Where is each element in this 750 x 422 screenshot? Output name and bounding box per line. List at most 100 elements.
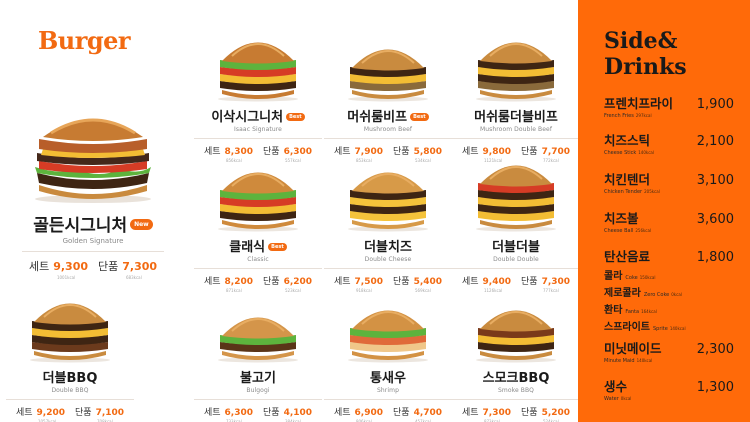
featured-name: 골든시그니처 New xyxy=(18,211,168,236)
side-item-line: 치킨텐더 3,100 xyxy=(604,169,734,188)
menu-item[interactable]: 머쉬룸비프 Best Mushroom Beef 세트 7,900 853kcal … xyxy=(318,22,458,163)
item-name-en: Smoke BBQ xyxy=(497,387,535,394)
menu-item[interactable]: 이삭시그니처 Best Isaac Signature 세트 8,300 856kc… xyxy=(188,22,328,163)
burger-image xyxy=(188,283,328,363)
divider xyxy=(452,399,580,400)
item-name-text: 불고기 xyxy=(240,371,276,386)
single-price: 4,700 xyxy=(413,408,443,418)
divider xyxy=(194,399,322,400)
side-item-name-en: Water 0kcal xyxy=(604,396,734,402)
set-price-block: 세트 6,900 806kcal xyxy=(334,405,383,422)
featured-item[interactable]: 골든시그니처 New Golden Signature 세트 9,300 1001k… xyxy=(18,95,168,280)
set-price-block: 세트 9,200 1057kcal xyxy=(16,405,65,422)
featured-name-text: 골든시그니처 xyxy=(33,216,128,236)
set-cal: 1001kcal xyxy=(56,275,76,280)
side-item-name-en: French Fries 297kcal xyxy=(604,113,734,119)
menu-item[interactable]: 더블더블 Double Double 세트 9,400 1126kcal 단품 7,… xyxy=(446,152,586,293)
side-item-price: 2,100 xyxy=(696,134,734,149)
side-item[interactable]: 치즈볼 3,600 Cheese Ball 256kcal xyxy=(604,208,734,234)
best-badge: Best xyxy=(268,243,287,251)
drink-option-en: Fanta xyxy=(625,309,640,315)
item-name: 클래식 Best xyxy=(188,236,328,255)
item-name: 통새우 xyxy=(318,367,458,386)
side-item-line: 탄산음료 1,800 xyxy=(604,246,734,265)
side-item-price: 1,900 xyxy=(696,97,734,112)
drink-option-en: Coke xyxy=(625,275,638,281)
menu-item[interactable]: 스모크BBQ Smoke BBQ 세트 7,300 873kcal 단품 5,200… xyxy=(446,283,586,422)
single-label: 단품 xyxy=(521,408,538,418)
side-item[interactable]: 생수 1,300 Water 0kcal xyxy=(604,376,734,402)
side-item-cal: 0kcal xyxy=(620,396,632,401)
set-label: 세트 xyxy=(333,408,351,418)
item-name: 더블치즈 xyxy=(318,236,458,255)
burger-image xyxy=(188,22,328,102)
burger-image xyxy=(0,283,140,363)
item-name-en: Shrimp xyxy=(377,387,399,394)
set-price: 9,300 xyxy=(53,260,88,273)
side-item-name: 탄산음료 xyxy=(604,249,651,264)
side-item-price: 2,300 xyxy=(696,342,734,357)
item-prices: 세트 6,300 733kcal 단품 4,100 384kcal xyxy=(188,405,328,422)
side-item[interactable]: 치킨텐더 3,100 Chicken Tender 205kcal xyxy=(604,169,734,195)
set-price: 7,300 xyxy=(482,408,511,418)
side-item-line: 생수 1,300 xyxy=(604,376,734,395)
side-item-name: 치킨텐더 xyxy=(604,172,651,187)
side-item-line: 미닛메이드 2,300 xyxy=(604,338,734,357)
set-price: 6,300 xyxy=(224,408,253,418)
item-name-en: Mushroom Beef xyxy=(363,126,413,133)
drink-option: 제로콜라 Zero Coke 0kcal xyxy=(604,284,734,299)
side-drinks-panel: Side& Drinks 프렌치프라이 1,900 French Fries 29… xyxy=(578,0,750,422)
set-price: 6,900 xyxy=(354,408,383,418)
menu-item[interactable]: 클래식 Best Classic 세트 8,200 871kcal 단품 6,200 … xyxy=(188,152,328,293)
divider xyxy=(6,399,134,400)
item-name: 머쉬룸비프 Best xyxy=(318,106,458,125)
side-item-price: 3,600 xyxy=(696,212,734,227)
set-price-block: 세트 7,300 873kcal xyxy=(462,405,511,422)
drink-option-name: 환타 xyxy=(604,305,623,316)
set-label: 세트 xyxy=(461,408,479,418)
divider xyxy=(324,138,452,139)
side-item-en-text: Minute Maid xyxy=(604,358,635,364)
drink-option-cal: 150kcal xyxy=(639,275,656,280)
side-item-price: 1,800 xyxy=(696,250,734,265)
side-item-en-text: Chicken Tender xyxy=(604,189,643,195)
set-label: 세트 xyxy=(15,408,33,418)
burger-image xyxy=(318,283,458,363)
menu-item[interactable]: 더블치즈 Double Cheese 세트 7,500 918kcal 단품 5,4… xyxy=(318,152,458,293)
divider xyxy=(452,138,580,139)
side-item-name: 프렌치프라이 xyxy=(604,96,674,111)
menu-board: Burger 골든시그니처 New Golden Signature 세트 9,… xyxy=(0,0,750,422)
item-name-en: Isaac Signature xyxy=(234,126,282,133)
side-item-name-en: Cheese Stick 140kcal xyxy=(604,150,734,156)
side-item-en-text: Cheese Stick xyxy=(604,150,637,156)
new-badge: New xyxy=(130,219,153,230)
item-name: 더블BBQ xyxy=(0,367,140,386)
side-item[interactable]: 미닛메이드 2,300 Minute Maid 140kcal xyxy=(604,338,734,364)
single-price-block: 단품 5,200 524kcal xyxy=(521,405,570,422)
menu-item[interactable]: 머쉬룸더블비프 Mushroom Double Beef 세트 9,800 112… xyxy=(446,22,586,163)
menu-item[interactable]: 통새우 Shrimp 세트 6,900 806kcal 단품 4,700 457kc… xyxy=(318,283,458,422)
single-price: 7,100 xyxy=(95,408,125,418)
divider xyxy=(324,399,452,400)
divider xyxy=(324,268,452,269)
drink-option-cal: 0kcal xyxy=(671,292,682,297)
single-price-block: 단품 7,300 683kcal xyxy=(98,258,157,280)
menu-item[interactable]: 불고기 Bulgogi 세트 6,300 733kcal 단품 4,100 384k… xyxy=(188,283,328,422)
drink-option-en: Sprite xyxy=(653,326,668,332)
item-name-en: Double BBQ xyxy=(51,387,89,394)
drink-option: 스프라이트 Sprite 140kcal xyxy=(604,318,734,333)
side-item-price: 1,300 xyxy=(696,380,734,395)
item-name: 더블더블 xyxy=(446,236,586,255)
featured-prices: 세트 9,300 1001kcal 단품 7,300 683kcal xyxy=(18,258,168,280)
burger-image xyxy=(446,283,586,363)
side-title-line2: Drinks xyxy=(604,54,687,80)
divider xyxy=(452,268,580,269)
golden-signature-burger-image xyxy=(18,95,168,205)
side-item[interactable]: 치즈스틱 2,100 Cheese Stick 140kcal xyxy=(604,130,734,156)
side-title-line1: Side& xyxy=(604,28,678,54)
side-item[interactable]: 탄산음료 1,800 콜라 Coke 150kcal 제로콜라 Zero Coke 0kc… xyxy=(604,246,734,333)
item-name-text: 클래식 xyxy=(229,240,266,255)
side-item[interactable]: 프렌치프라이 1,900 French Fries 297kcal xyxy=(604,93,734,119)
menu-item[interactable]: 더블BBQ Double BBQ 세트 9,200 1057kcal 단품 7,10… xyxy=(0,283,140,422)
side-item-line: 프렌치프라이 1,900 xyxy=(604,93,734,112)
